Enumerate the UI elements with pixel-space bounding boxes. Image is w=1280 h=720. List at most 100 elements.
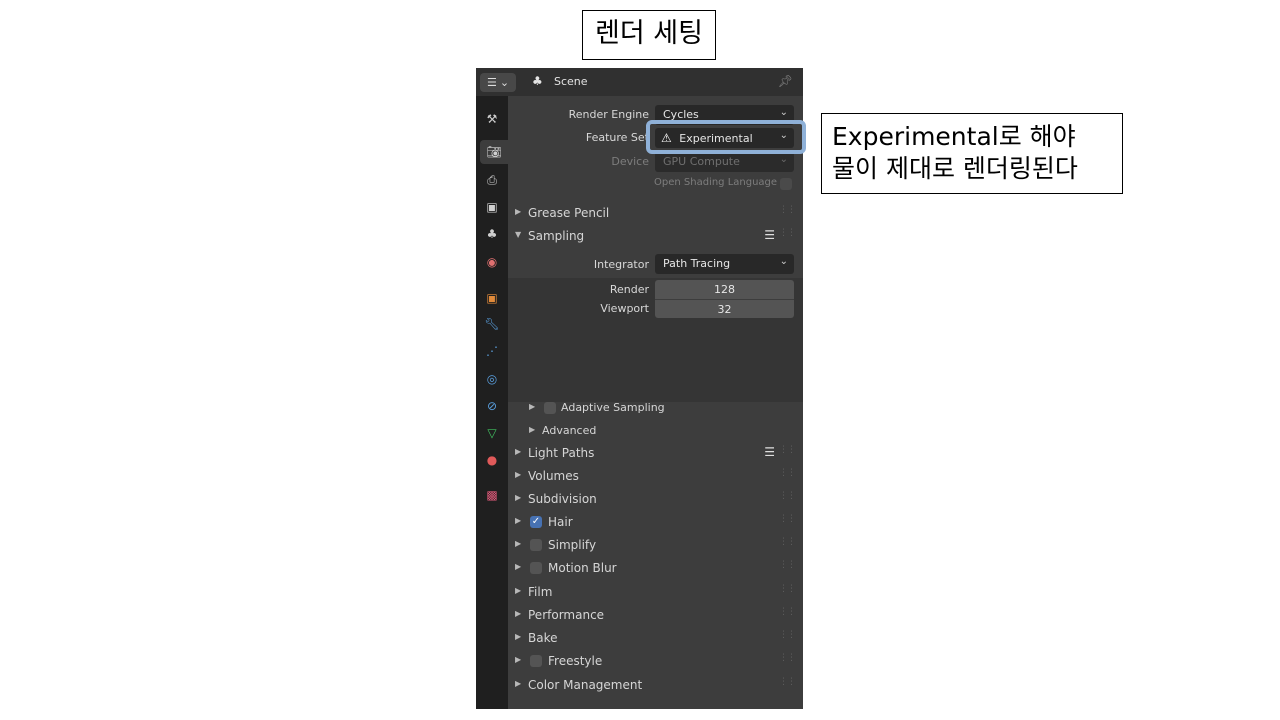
material-tab-icon[interactable]: ● xyxy=(480,448,504,472)
feature-set-highlight xyxy=(646,120,806,154)
collapsed-triangle-icon: ▶ xyxy=(515,655,522,664)
modifier-tab-icon[interactable]: 🔧︎ xyxy=(480,312,504,336)
drag-grip-icon[interactable]: ⋮⋮ xyxy=(779,560,796,570)
world-tab-icon[interactable]: ◉ xyxy=(480,250,504,274)
properties-tabs: ⚒ 📷︎ ⎙ ▣ ♣ ◉ ▣ 🔧︎ ⋰ ◎ ⊘ ▽ ● ▩ xyxy=(476,96,508,709)
slide-title: 렌더 세팅 xyxy=(582,10,716,60)
hair-section[interactable]: ▶ ✓ Hair ⋮⋮ xyxy=(508,511,803,534)
view-layer-tab-icon[interactable]: ▣ xyxy=(480,195,504,219)
advanced-subsection[interactable]: ▶ Advanced xyxy=(508,420,803,442)
mesh-data-tab-icon[interactable]: ▽ xyxy=(480,421,504,445)
viewport-samples-label: Viewport xyxy=(600,302,649,315)
sampling-section[interactable]: ▼ Sampling ☰ ⋮⋮ xyxy=(508,225,803,248)
physics-tab-icon[interactable]: ◎ xyxy=(480,367,504,391)
collapsed-triangle-icon: ▶ xyxy=(515,586,522,595)
drag-grip-icon[interactable]: ⋮⋮ xyxy=(779,468,796,478)
properties-panel: ☰ ⌄ ♣ Scene 📌︎ ⚒ 📷︎ ⎙ ▣ ♣ ◉ ▣ 🔧︎ ⋰ ◎ ⊘ ▽… xyxy=(476,68,803,709)
device-dropdown[interactable]: GPU Compute ⌄ xyxy=(655,152,794,172)
viewport-samples-row: Viewport 32 xyxy=(508,298,803,320)
device-value: GPU Compute xyxy=(663,155,740,168)
scene-tab-icon[interactable]: ♣ xyxy=(480,222,504,246)
performance-section[interactable]: ▶ Performance ⋮⋮ xyxy=(508,604,803,627)
film-label: Film xyxy=(528,585,553,599)
adaptive-sampling-label: Adaptive Sampling xyxy=(561,401,665,414)
particles-tab-icon[interactable]: ⋰ xyxy=(480,339,504,363)
color-management-label: Color Management xyxy=(528,678,643,692)
integrator-dropdown[interactable]: Path Tracing ⌄ xyxy=(655,254,794,274)
drag-grip-icon[interactable]: ⋮⋮ xyxy=(779,630,796,640)
drag-grip-icon[interactable]: ⋮⋮ xyxy=(779,514,796,524)
advanced-label: Advanced xyxy=(542,424,597,437)
collapsed-triangle-icon: ▶ xyxy=(529,402,536,411)
drag-grip-icon[interactable]: ⋮⋮ xyxy=(779,653,796,663)
osl-checkbox[interactable] xyxy=(780,178,792,190)
presets-list-icon[interactable]: ☰ xyxy=(764,445,775,459)
bake-label: Bake xyxy=(528,631,558,645)
color-management-section[interactable]: ▶ Color Management ⋮⋮ xyxy=(508,674,803,697)
bake-section[interactable]: ▶ Bake ⋮⋮ xyxy=(508,627,803,650)
integrator-value: Path Tracing xyxy=(663,257,731,270)
constraints-tab-icon[interactable]: ⊘ xyxy=(480,394,504,418)
drag-grip-icon[interactable]: ⋮⋮ xyxy=(779,228,796,238)
light-paths-label: Light Paths xyxy=(528,446,595,460)
hair-checkbox[interactable]: ✓ xyxy=(530,516,542,528)
viewport-samples-field[interactable]: 32 xyxy=(655,299,794,318)
simplify-section[interactable]: ▶ Simplify ⋮⋮ xyxy=(508,534,803,557)
chevron-down-icon: ⌄ xyxy=(499,76,510,89)
collapsed-triangle-icon: ▶ xyxy=(515,632,522,641)
output-tab-icon[interactable]: ⎙ xyxy=(480,168,504,192)
sampling-label: Sampling xyxy=(528,229,585,243)
grease-pencil-section[interactable]: ▶ Grease Pencil ⋮⋮ xyxy=(508,202,803,225)
object-tab-icon[interactable]: ▣ xyxy=(480,286,504,310)
callout-line-1: Experimental로 해야 xyxy=(832,122,1076,151)
subdivision-section[interactable]: ▶ Subdivision ⋮⋮ xyxy=(508,488,803,511)
film-section[interactable]: ▶ Film ⋮⋮ xyxy=(508,581,803,604)
volumes-section[interactable]: ▶ Volumes ⋮⋮ xyxy=(508,465,803,488)
collapsed-triangle-icon: ▶ xyxy=(529,425,536,434)
adaptive-sampling-subsection[interactable]: ▶ Adaptive Sampling xyxy=(508,397,803,419)
adaptive-sampling-checkbox[interactable] xyxy=(544,402,556,414)
drag-grip-icon[interactable]: ⋮⋮ xyxy=(779,537,796,547)
collapsed-triangle-icon: ▶ xyxy=(515,516,522,525)
simplify-checkbox[interactable] xyxy=(530,539,542,551)
drag-grip-icon[interactable]: ⋮⋮ xyxy=(779,677,796,687)
drag-grip-icon[interactable]: ⋮⋮ xyxy=(779,607,796,617)
chevron-down-icon: ⌄ xyxy=(779,154,788,165)
device-label: Device xyxy=(611,155,649,168)
tool-tab-icon[interactable]: ⚒ xyxy=(480,107,504,131)
freestyle-label: Freestyle xyxy=(548,654,603,668)
light-paths-section[interactable]: ▶ Light Paths ☰ ⋮⋮ xyxy=(508,442,803,465)
collapsed-triangle-icon: ▶ xyxy=(515,470,522,479)
simplify-label: Simplify xyxy=(548,538,597,552)
chevron-down-icon: ⌄ xyxy=(779,107,788,118)
pin-icon[interactable]: 📌︎ xyxy=(778,74,793,88)
render-properties: Render Engine Cycles ⌄ Feature Set ⚠ Exp… xyxy=(508,96,803,709)
render-samples-field[interactable]: 128 xyxy=(655,280,794,299)
drag-grip-icon[interactable]: ⋮⋮ xyxy=(779,491,796,501)
volumes-label: Volumes xyxy=(528,469,579,483)
motion-blur-section[interactable]: ▶ Motion Blur ⋮⋮ xyxy=(508,557,803,580)
freestyle-checkbox[interactable] xyxy=(530,655,542,667)
osl-label: Open Shading Language xyxy=(654,177,778,188)
drag-grip-icon[interactable]: ⋮⋮ xyxy=(779,205,796,215)
callout-note: Experimental로 해야 물이 제대로 렌더링된다 xyxy=(821,113,1123,194)
hair-label: Hair xyxy=(548,515,573,529)
texture-tab-icon[interactable]: ▩ xyxy=(480,483,504,507)
chevron-down-icon: ⌄ xyxy=(779,256,788,267)
editor-type-button[interactable]: ☰ ⌄ xyxy=(480,73,516,92)
drag-grip-icon[interactable]: ⋮⋮ xyxy=(779,445,796,455)
collapsed-triangle-icon: ▶ xyxy=(515,539,522,548)
device-row: Device GPU Compute ⌄ xyxy=(508,151,803,173)
drag-grip-icon[interactable]: ⋮⋮ xyxy=(779,584,796,594)
presets-list-icon[interactable]: ☰ xyxy=(764,228,775,242)
performance-label: Performance xyxy=(528,608,605,622)
render-engine-label: Render Engine xyxy=(568,108,649,121)
collapsed-triangle-icon: ▶ xyxy=(515,207,522,216)
motion-blur-checkbox[interactable] xyxy=(530,562,542,574)
scene-label: Scene xyxy=(554,75,588,88)
properties-editor-icon: ☰ xyxy=(486,76,497,89)
collapsed-triangle-icon: ▶ xyxy=(515,493,522,502)
render-tab-icon[interactable]: 📷︎ xyxy=(480,140,508,164)
freestyle-section[interactable]: ▶ Freestyle ⋮⋮ xyxy=(508,650,803,673)
properties-header: ☰ ⌄ ♣ Scene 📌︎ xyxy=(476,68,803,96)
